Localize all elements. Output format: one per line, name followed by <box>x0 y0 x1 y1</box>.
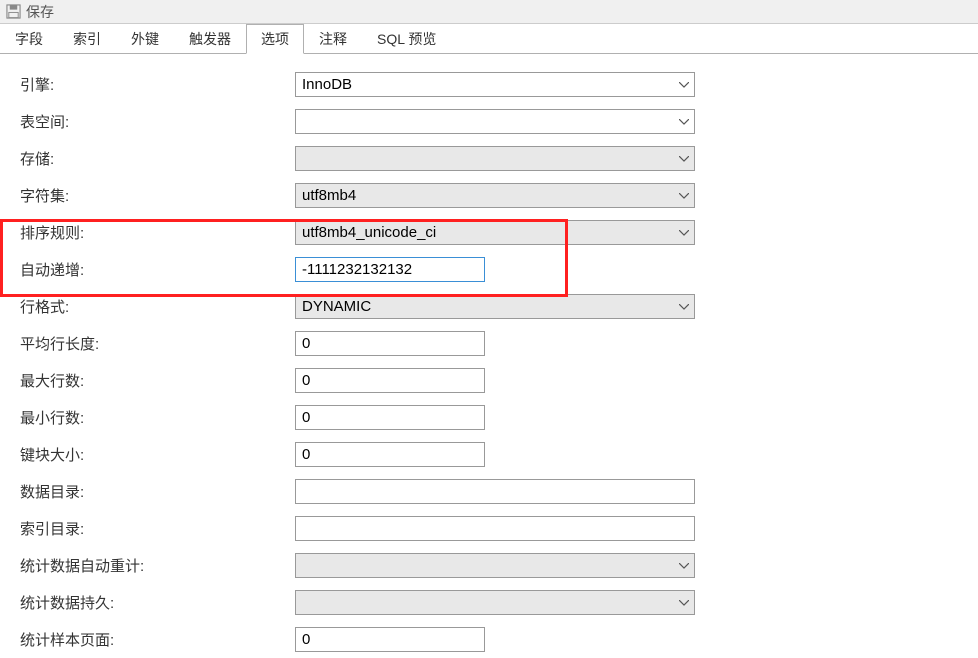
combo-stats-recalc[interactable] <box>295 553 695 578</box>
field-collation[interactable] <box>295 220 695 245</box>
row-auto-increment: 自动递增: <box>0 251 978 288</box>
field-stats-recalc[interactable] <box>295 553 695 578</box>
label-charset: 字符集: <box>20 185 295 206</box>
label-index-dir: 索引目录: <box>20 518 295 539</box>
row-charset: 字符集: <box>0 177 978 214</box>
field-index-dir[interactable] <box>295 516 695 541</box>
combo-tablespace[interactable] <box>295 109 695 134</box>
label-stats-recalc: 统计数据自动重计: <box>20 555 295 576</box>
tab-index[interactable]: 索引 <box>58 24 116 53</box>
row-storage: 存储: <box>0 140 978 177</box>
field-charset[interactable] <box>295 183 695 208</box>
row-engine: 引擎: <box>0 66 978 103</box>
label-tablespace: 表空间: <box>20 111 295 132</box>
combo-stats-persist[interactable] <box>295 590 695 615</box>
tab-trigger[interactable]: 触发器 <box>174 24 246 53</box>
tabs: 字段 索引 外键 触发器 选项 注释 SQL 预览 <box>0 24 978 54</box>
field-storage[interactable] <box>295 146 695 171</box>
label-avg-row-len: 平均行长度: <box>20 333 295 354</box>
row-stats-sample: 统计样本页面: <box>0 621 978 658</box>
combo-charset[interactable] <box>295 183 695 208</box>
combo-row-format[interactable] <box>295 294 695 319</box>
tab-fields[interactable]: 字段 <box>0 24 58 53</box>
save-button-label[interactable]: 保存 <box>26 2 54 22</box>
row-index-dir: 索引目录: <box>0 510 978 547</box>
field-stats-sample[interactable] <box>295 627 485 652</box>
label-key-block: 键块大小: <box>20 444 295 465</box>
toolbar: 保存 <box>0 0 978 24</box>
tab-comment[interactable]: 注释 <box>304 24 362 53</box>
label-storage: 存储: <box>20 148 295 169</box>
row-collation: 排序规则: <box>0 214 978 251</box>
row-data-dir: 数据目录: <box>0 473 978 510</box>
tab-fk[interactable]: 外键 <box>116 24 174 53</box>
combo-collation[interactable] <box>295 220 695 245</box>
options-form: 引擎: 表空间: 存储: 字符集: 排序规则: 自 <box>0 54 978 658</box>
field-auto-increment[interactable] <box>295 257 485 282</box>
row-avg-row-len: 平均行长度: <box>0 325 978 362</box>
label-stats-persist: 统计数据持久: <box>20 592 295 613</box>
label-data-dir: 数据目录: <box>20 481 295 502</box>
field-avg-row-len[interactable] <box>295 331 485 356</box>
row-row-format: 行格式: <box>0 288 978 325</box>
combo-engine[interactable] <box>295 72 695 97</box>
field-tablespace[interactable] <box>295 109 695 134</box>
field-stats-persist[interactable] <box>295 590 695 615</box>
field-max-rows[interactable] <box>295 368 485 393</box>
field-row-format[interactable] <box>295 294 695 319</box>
save-icon[interactable] <box>6 4 21 19</box>
row-min-rows: 最小行数: <box>0 399 978 436</box>
tab-sqlpreview[interactable]: SQL 预览 <box>362 24 451 53</box>
row-key-block: 键块大小: <box>0 436 978 473</box>
combo-storage[interactable] <box>295 146 695 171</box>
row-stats-persist: 统计数据持久: <box>0 584 978 621</box>
label-engine: 引擎: <box>20 74 295 95</box>
label-collation: 排序规则: <box>20 222 295 243</box>
field-min-rows[interactable] <box>295 405 485 430</box>
label-min-rows: 最小行数: <box>20 407 295 428</box>
field-key-block[interactable] <box>295 442 485 467</box>
row-tablespace: 表空间: <box>0 103 978 140</box>
tab-options[interactable]: 选项 <box>246 24 304 54</box>
field-data-dir[interactable] <box>295 479 695 504</box>
label-row-format: 行格式: <box>20 296 295 317</box>
label-stats-sample: 统计样本页面: <box>20 629 295 650</box>
row-stats-recalc: 统计数据自动重计: <box>0 547 978 584</box>
label-auto-increment: 自动递增: <box>20 259 295 280</box>
field-engine[interactable] <box>295 72 695 97</box>
label-max-rows: 最大行数: <box>20 370 295 391</box>
row-max-rows: 最大行数: <box>0 362 978 399</box>
